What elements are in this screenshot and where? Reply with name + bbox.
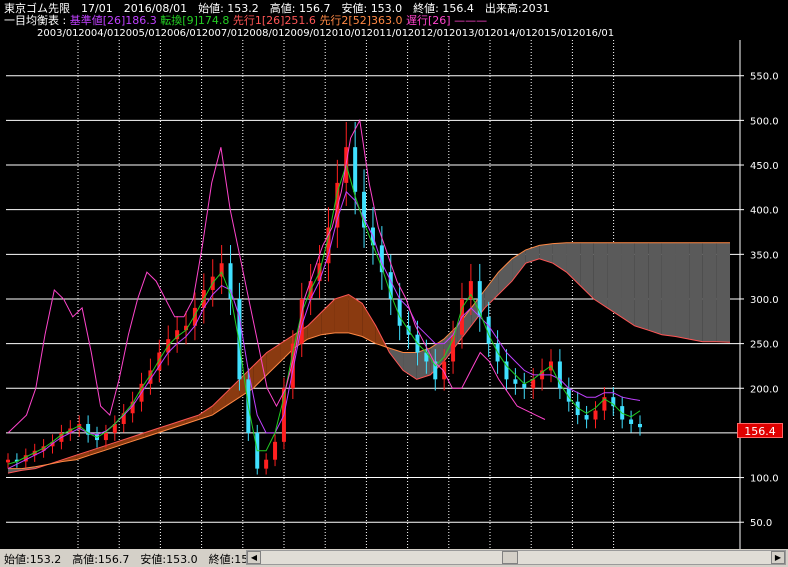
y-tick-label: 200.0 [750,384,779,395]
legend-senko2: 先行2[52]363.0 [319,14,403,27]
cloud-segment [661,242,676,337]
cloud-segment [716,242,730,343]
y-tick-label: 350.0 [750,250,779,261]
legend-chikou-line: ——— [454,14,488,27]
x-tick-label: 2013/01 [449,28,491,39]
x-tick-label: 2007/01 [201,28,244,39]
y-tick-label: 300.0 [750,295,779,306]
x-tick-label: 2008/01 [243,28,285,39]
candle-body [629,419,634,424]
cloud-segment [634,242,649,331]
ichimoku-chart: 50.0100.0150.0200.0250.0300.0350.0400.04… [6,40,779,549]
candle-body [522,383,527,389]
x-tick-label: 2015/01 [531,28,573,39]
candle-body [103,432,108,441]
candle-body [638,423,642,428]
legend-senko1: 先行1[26]251.6 [232,14,316,27]
y-tick-label: 500.0 [750,116,779,127]
cloud-segment [593,242,608,308]
ichimoku-label: 一目均衡表 : [4,14,67,27]
x-tick-label: 2003/01 [37,28,79,39]
scroll-left-button[interactable]: ◀ [247,551,261,564]
candle-body [584,415,589,420]
horizontal-scrollbar[interactable]: ◀ ▶ [246,550,786,565]
candle-body [513,379,518,384]
x-tick-label: 2006/01 [160,28,203,39]
candle-body [353,147,358,192]
x-tick-label: 2004/01 [78,28,120,39]
status-bar: 始値:153.2 高値:156.7 安値:153.0 終値:156.4 ◀ ▶ [0,549,788,567]
cloud-segment [607,242,622,317]
y-tick-label: 550.0 [750,72,779,83]
candle-body [531,379,536,389]
candle-body [593,410,598,420]
chart-header: 東京ゴム先限 17/01 2016/08/01 始値: 153.2 高値: 15… [0,0,788,40]
cloud-segment [675,242,690,340]
cloud-segment [689,242,703,342]
y-tick-label: 400.0 [750,206,779,217]
current-price-tag: 156.4 [737,423,783,438]
candle-body [273,441,278,460]
x-tick-label: 2012/01 [407,28,450,39]
y-tick-label: 100.0 [750,474,779,485]
legend-kijun: 基準値[26]186.3 [69,14,157,27]
x-axis-ticks: 2003/01 2004/01 2005/01 2006/01 2007/01 2008/… [0,28,788,40]
x-tick-label: 2010/01 [325,28,367,39]
candle-body [6,459,10,463]
candle-body [237,298,242,380]
scroll-right-button[interactable]: ▶ [771,551,785,564]
candle-body [264,459,269,469]
cloud-segment [621,242,635,326]
x-tick-label: 2009/01 [284,28,326,39]
y-axis: 50.0100.0150.0200.0250.0300.0350.0400.04… [740,72,779,529]
cloud-segment [702,242,717,342]
cloud-segment [648,242,662,335]
x-tick-label: 2011/01 [366,28,409,39]
legend-chikou: 遅行[26] [406,14,451,27]
cloud-segment [334,294,349,333]
legend-tenkan: 転換[9]174.8 [160,14,230,27]
y-tick-label: 50.0 [750,518,772,529]
x-tick-label: 2005/01 [119,28,161,39]
ichimoku-legend: 一目均衡表 : 基準値[26]186.3 転換[9]174.8 先行1[26]2… [4,14,487,27]
x-tick-label: 2014/01 [490,28,532,39]
x-tick-label: 2016/01 [572,28,615,39]
y-tick-label: 250.0 [750,340,779,351]
status-text: 始値:153.2 高値:156.7 安値:153.0 終値:156.4 [4,553,266,566]
scroll-thumb[interactable] [502,551,518,564]
y-tick-label: 450.0 [750,161,779,172]
